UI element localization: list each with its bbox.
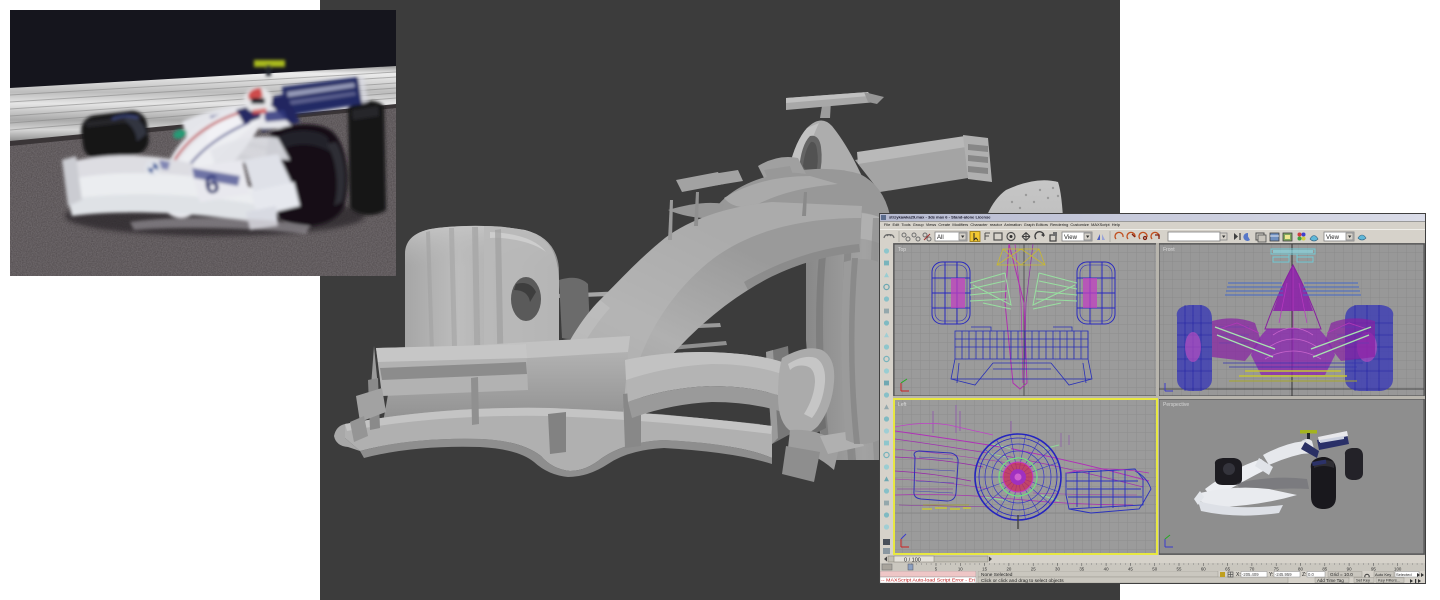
svg-text:Set Key: Set Key (1356, 578, 1370, 583)
svg-text:View: View (1326, 235, 1340, 241)
svg-text:-205.409: -205.409 (1242, 572, 1259, 577)
svg-text:Z:: Z: (1302, 572, 1306, 578)
svg-text:0.0: 0.0 (1308, 572, 1314, 577)
svg-text:Click or click and drag to sel: Click or click and drag to select object… (981, 578, 1064, 583)
svg-text:Y:: Y: (1269, 572, 1273, 578)
svg-text:-- MAXScript Auto-load Script: -- MAXScript Auto-load Script Error - Er… (881, 578, 975, 583)
svg-text:Left: Left (898, 402, 907, 408)
svg-text:0 / 100: 0 / 100 (904, 558, 921, 564)
svg-text:Selected: Selected (1396, 572, 1412, 577)
svg-text:Key Filters...: Key Filters... (1378, 578, 1400, 583)
svg-text:Add Time Tag: Add Time Tag (1317, 578, 1344, 583)
svg-text:Front: Front (1163, 247, 1175, 253)
svg-text:View: View (1064, 235, 1078, 241)
svg-text:Top: Top (898, 247, 906, 253)
svg-text:-245.959: -245.959 (1275, 572, 1292, 577)
svg-text:Perspective: Perspective (1163, 402, 1189, 408)
svg-text:X:: X: (1236, 572, 1241, 578)
svg-text:All: All (937, 235, 944, 241)
svg-text:Grid = 10.0: Grid = 10.0 (1330, 572, 1353, 577)
svg-text:Auto Key: Auto Key (1375, 572, 1391, 577)
